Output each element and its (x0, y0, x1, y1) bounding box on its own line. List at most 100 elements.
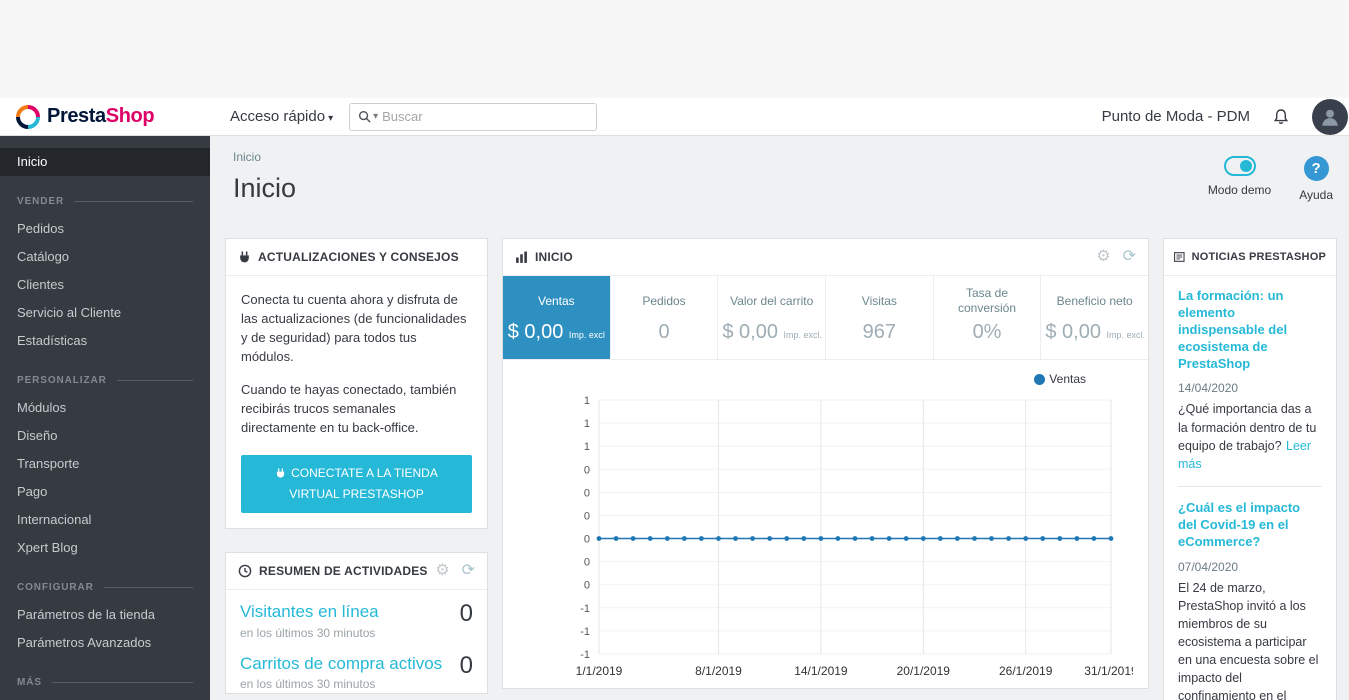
main-content: Inicio Inicio Modo demo ? Ayuda ACTUALIZ… (210, 136, 1349, 700)
clock-icon (238, 564, 252, 578)
top-header: PrestaShop Acceso rápido▾ ▾ Punto de Mod… (0, 98, 1349, 136)
search-bar[interactable]: ▾ (349, 102, 598, 131)
metric-tab-pedidos[interactable]: Pedidos 0 (611, 276, 719, 359)
svg-text:26/1/2019: 26/1/2019 (999, 664, 1053, 678)
dashboard-panel: INICIO ⚙ ⟳ Ventas $ 0,00 Imp. excl Pedid… (502, 238, 1149, 689)
sidebar-item-inicio[interactable]: Inicio (0, 148, 210, 176)
help-button[interactable]: ? Ayuda (1299, 156, 1333, 202)
toggle-on-icon[interactable] (1223, 156, 1256, 176)
activity-panel-title: RESUMEN DE ACTIVIDADES (259, 564, 428, 579)
section-title: MÁS (17, 677, 42, 688)
demo-mode-toggle[interactable]: Modo demo (1208, 156, 1271, 202)
help-icon[interactable]: ? (1303, 156, 1329, 181)
svg-text:8/1/2019: 8/1/2019 (695, 664, 742, 678)
svg-text:0: 0 (584, 487, 590, 499)
user-avatar[interactable] (1312, 98, 1348, 135)
sidebar-item-xpert-blog[interactable]: Xpert Blog (0, 534, 210, 562)
refresh-icon[interactable]: ⟳ (462, 563, 475, 579)
news-article-excerpt: El 24 de marzo, PrestaShop invitó a los … (1178, 580, 1319, 700)
active-carts-subtitle: en los últimos 30 minutos (240, 676, 376, 691)
news-article-date: 14/04/2020 (1178, 381, 1239, 396)
sidebar-section-vender: VENDER (0, 196, 210, 207)
browser-blank-area (0, 0, 1349, 98)
person-icon (1322, 109, 1338, 126)
metric-tab-beneficio-neto[interactable]: Beneficio neto $ 0,00 Imp. excl. (1041, 276, 1148, 359)
quick-access-dropdown[interactable]: Acceso rápido ▾ (230, 108, 333, 125)
plug-icon (240, 251, 249, 262)
sidebar-item-parametros-avanzados[interactable]: Parámetros Avanzados (0, 629, 210, 657)
svg-text:31/1/2019: 31/1/2019 (1084, 664, 1133, 678)
sidebar-item-internacional[interactable]: Internacional (0, 506, 210, 534)
news-divider (1178, 485, 1322, 487)
sidebar-item-estadisticas[interactable]: Estadísticas (0, 327, 210, 355)
search-icon[interactable] (358, 110, 371, 123)
gear-icon[interactable]: ⚙ (435, 563, 449, 579)
sidebar-item-servicio-al-cliente[interactable]: Servicio al Cliente (0, 299, 210, 327)
svg-text:1/1/2019: 1/1/2019 (576, 664, 623, 678)
notifications-bell-icon[interactable] (1272, 108, 1290, 126)
section-title: VENDER (17, 196, 65, 207)
news-article-title-link[interactable]: ¿Cuál es el impacto del Covid-19 en el e… (1178, 500, 1322, 551)
sidebar-item-catalogo[interactable]: Catálogo (0, 243, 210, 271)
breadcrumb[interactable]: Inicio (233, 150, 261, 164)
news-panel-title: NOTICIAS PRESTASHOP (1191, 251, 1326, 263)
activity-item-carts: Carritos de compra activos en los último… (226, 642, 487, 693)
svg-text:0: 0 (584, 464, 590, 476)
sidebar-item-diseno[interactable]: Diseño (0, 422, 210, 450)
svg-text:14/1/2019: 14/1/2019 (794, 664, 848, 678)
section-divider (116, 380, 193, 381)
header-right: Punto de Moda - PDM (1102, 98, 1349, 135)
dashboard-metric-tabs: Ventas $ 0,00 Imp. excl Pedidos 0 Valor … (503, 276, 1148, 360)
dashboard-panel-title: INICIO (535, 250, 573, 264)
activity-item-visitors: Visitantes en línea en los últimos 30 mi… (226, 590, 487, 641)
sidebar-item-modulos[interactable]: Módulos (0, 394, 210, 422)
news-article-title-link[interactable]: La formación: un elemento indispensable … (1178, 288, 1322, 372)
refresh-icon[interactable]: ⟳ (1123, 249, 1136, 265)
newspaper-icon (1174, 252, 1185, 262)
sidebar-section-mas: MÁS (0, 677, 210, 688)
chart-legend[interactable]: Ventas (503, 372, 1148, 386)
sales-chart: 1 1 1 0 0 0 0 0 0 -1 -1 -1 1/1/2019 8/1/2019 14/1/2019… (576, 395, 1133, 678)
metric-tab-ventas[interactable]: Ventas $ 0,00 Imp. excl (503, 276, 611, 359)
sidebar-item-clientes[interactable]: Clientes (0, 271, 210, 299)
search-input[interactable] (382, 109, 589, 124)
gear-icon[interactable]: ⚙ (1096, 249, 1110, 265)
updates-panel: ACTUALIZACIONES Y CONSEJOS Conecta tu cu… (225, 238, 488, 530)
page-head: Inicio Inicio Modo demo ? Ayuda (210, 136, 1349, 204)
metric-tab-tasa-conversion[interactable]: Tasa de conversión 0% (934, 276, 1042, 359)
metric-tab-visitas[interactable]: Visitas 967 (826, 276, 934, 359)
section-divider (51, 682, 193, 683)
sidebar-section-configurar: CONFIGURAR (0, 582, 210, 593)
logo-text: PrestaShop (47, 105, 155, 127)
svg-text:0: 0 (584, 534, 590, 546)
svg-text:-1: -1 (580, 626, 590, 638)
prestashop-logo[interactable]: PrestaShop (0, 104, 210, 129)
sidebar-item-parametros-tienda[interactable]: Parámetros de la tienda (0, 601, 210, 629)
news-article-date: 07/04/2020 (1178, 559, 1239, 574)
svg-text:1: 1 (584, 395, 590, 407)
news-article: ¿Cuál es el impacto del Covid-19 en el e… (1178, 500, 1322, 700)
updates-paragraph-2: Cuando te hayas conectado, también recib… (241, 382, 457, 436)
svg-text:0: 0 (584, 580, 590, 592)
sidebar-item-pedidos[interactable]: Pedidos (0, 215, 210, 243)
section-divider (74, 201, 193, 202)
metric-tab-valor-carrito[interactable]: Valor del carrito $ 0,00 Imp. excl. (718, 276, 827, 359)
page-title: Inicio (233, 173, 297, 203)
demo-mode-label: Modo demo (1207, 183, 1272, 197)
sidebar-item-transporte[interactable]: Transporte (0, 450, 210, 478)
sidebar-item-pago[interactable]: Pago (0, 478, 210, 506)
updates-paragraph-1: Conecta tu cuenta ahora y disfruta de la… (241, 292, 467, 364)
bar-chart-icon (516, 251, 527, 263)
active-carts-link[interactable]: Carritos de compra activos (240, 653, 452, 674)
online-visitors-link[interactable]: Visitantes en línea (240, 601, 452, 622)
shop-name-link[interactable]: Punto de Moda - PDM (1102, 108, 1250, 125)
chevron-down-icon: ▾ (328, 113, 334, 124)
section-divider (103, 587, 193, 588)
legend-label: Ventas (1049, 372, 1086, 386)
online-visitors-count: 0 (459, 600, 473, 628)
connect-store-button[interactable]: CONECTATE A LA TIENDA VIRTUAL PRESTASHOP (241, 454, 472, 514)
svg-text:0: 0 (584, 511, 590, 523)
svg-text:0: 0 (584, 557, 590, 569)
search-scope-chevron-icon[interactable]: ▾ (373, 111, 378, 122)
legend-dot-icon (1034, 373, 1046, 385)
